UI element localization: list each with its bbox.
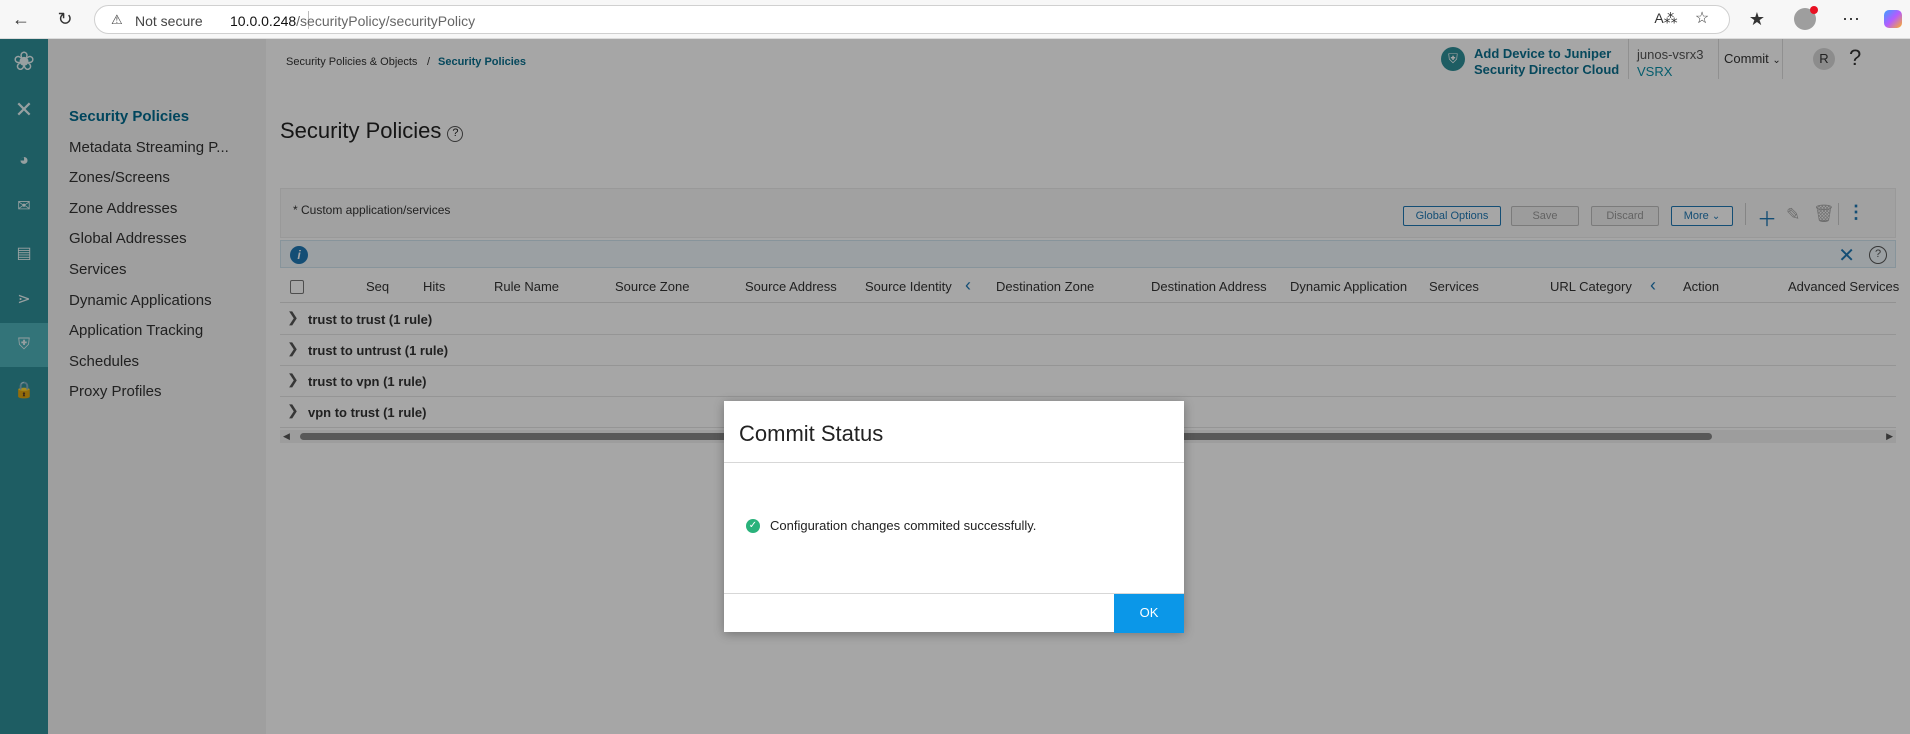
success-check-icon: ✓ [746, 519, 760, 533]
profile-avatar-icon[interactable] [1792, 6, 1818, 32]
dialog-message: Configuration changes commited successfu… [770, 518, 1037, 533]
favorites-icon[interactable]: ★ [1744, 6, 1770, 32]
ok-button[interactable]: OK [1114, 594, 1184, 633]
read-aloud-icon[interactable]: A⁂ [1653, 5, 1679, 31]
reload-icon[interactable]: ↻ [52, 6, 78, 32]
notification-dot [1810, 6, 1818, 14]
warning-triangle-icon: ⚠ [111, 12, 123, 27]
address-bar[interactable]: ⚠ Not secure 10.0.0.248/securityPolicy/s… [94, 5, 1730, 34]
url-host: 10.0.0.248 [230, 13, 297, 29]
more-menu-icon[interactable]: ⋯ [1838, 6, 1864, 32]
security-label[interactable]: Not secure [135, 13, 203, 29]
favorite-star-icon[interactable]: ☆ [1689, 5, 1715, 31]
url-text[interactable]: 10.0.0.248/securityPolicy/securityPolicy [230, 13, 475, 29]
url-path: /securityPolicy/securityPolicy [296, 13, 476, 29]
back-arrow-icon[interactable]: ← [8, 6, 34, 32]
dialog-title: Commit Status [739, 421, 884, 446]
dialog-body: ✓ Configuration changes commited success… [724, 463, 1184, 594]
dialog-footer: OK [724, 593, 1184, 633]
commit-status-dialog: Commit Status ✓ Configuration changes co… [724, 401, 1184, 633]
browser-toolbar: ← ↻ ⚠ Not secure 10.0.0.248/securityPoli… [0, 0, 1910, 39]
copilot-icon[interactable] [1880, 6, 1906, 32]
